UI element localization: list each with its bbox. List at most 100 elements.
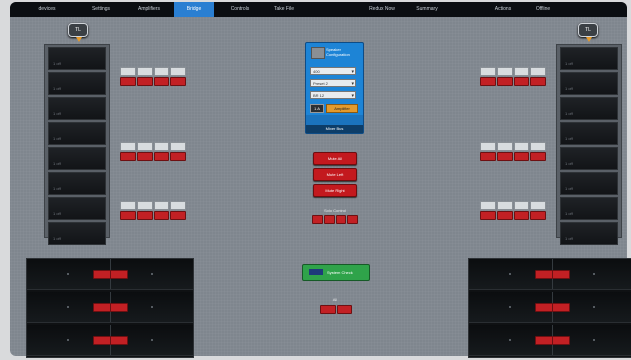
group-button[interactable]: [530, 142, 546, 151]
red-button[interactable]: [552, 303, 570, 312]
column-cell[interactable]: 1 off: [48, 222, 106, 245]
group-button[interactable]: [496, 67, 513, 76]
red-button[interactable]: [93, 303, 111, 312]
red-button[interactable]: [136, 152, 153, 161]
column-cell[interactable]: 1 off: [560, 47, 618, 70]
red-button[interactable]: [120, 211, 136, 220]
red-button[interactable]: [535, 270, 553, 279]
red-button[interactable]: [480, 77, 496, 86]
group-button[interactable]: [170, 201, 186, 210]
tab-devices[interactable]: devices: [30, 2, 64, 17]
group-button[interactable]: [136, 67, 153, 76]
red-button[interactable]: [530, 152, 546, 161]
red-button[interactable]: [120, 152, 136, 161]
select-output[interactable]: BR 12 ▾: [310, 91, 356, 99]
group-button[interactable]: [480, 67, 496, 76]
speaker-left-icon[interactable]: TL: [68, 23, 88, 37]
group-button[interactable]: [153, 67, 170, 76]
group-button[interactable]: [170, 67, 186, 76]
column-cell[interactable]: 1 off: [560, 147, 618, 170]
column-cell[interactable]: 1 off: [48, 197, 106, 220]
red-button[interactable]: [530, 211, 546, 220]
column-cell[interactable]: 1 off: [48, 97, 106, 120]
column-cell[interactable]: 1 off: [560, 122, 618, 145]
group-button[interactable]: [513, 67, 530, 76]
channel-button[interactable]: 1 A: [310, 104, 324, 113]
group-button[interactable]: [136, 201, 153, 210]
red-button[interactable]: [480, 152, 496, 161]
column-cell[interactable]: 1 off: [560, 197, 618, 220]
group-button[interactable]: [120, 142, 136, 151]
select-model[interactable]: 400 ▾: [310, 67, 356, 75]
select-preset[interactable]: Preset 2 ▾: [310, 79, 356, 87]
tab-redux-now[interactable]: Redux Now: [362, 2, 402, 17]
red-button[interactable]: [120, 77, 136, 86]
mute-right-button[interactable]: Mute Right: [313, 184, 357, 197]
column-cell[interactable]: 1 off: [560, 97, 618, 120]
system-check-button[interactable]: System Check: [302, 264, 370, 281]
column-cell[interactable]: 1 off: [48, 172, 106, 195]
red-button[interactable]: [496, 152, 513, 161]
group-button[interactable]: [530, 201, 546, 210]
red-button[interactable]: [552, 270, 570, 279]
red-button[interactable]: [513, 211, 530, 220]
panel-footer[interactable]: Mixer Bus: [306, 125, 363, 133]
red-button[interactable]: [110, 270, 128, 279]
red-button[interactable]: [93, 336, 111, 345]
group-button[interactable]: [120, 67, 136, 76]
tab-bridge[interactable]: Bridge: [174, 2, 214, 17]
column-cell[interactable]: 1 off: [48, 72, 106, 95]
mute-all-button[interactable]: Mute All: [313, 152, 357, 165]
group-button[interactable]: [136, 142, 153, 151]
column-cell[interactable]: 1 off: [560, 72, 618, 95]
red-button[interactable]: [323, 215, 335, 224]
red-button[interactable]: [552, 336, 570, 345]
group-button[interactable]: [480, 201, 496, 210]
amplifier-button[interactable]: Amplifier: [326, 104, 358, 113]
group-button[interactable]: [480, 142, 496, 151]
red-button[interactable]: [530, 77, 546, 86]
red-button[interactable]: [93, 270, 111, 279]
speaker-right-icon[interactable]: TL: [578, 23, 598, 37]
red-button[interactable]: [170, 211, 186, 220]
red-button[interactable]: [136, 211, 153, 220]
red-button[interactable]: [153, 211, 170, 220]
group-button[interactable]: [513, 201, 530, 210]
group-button[interactable]: [530, 67, 546, 76]
mute-left-button[interactable]: Mute Left: [313, 168, 357, 181]
group-button[interactable]: [153, 142, 170, 151]
column-cell[interactable]: 1 off: [560, 172, 618, 195]
column-cell[interactable]: 1 off: [560, 222, 618, 245]
tab-amplifiers[interactable]: Amplifiers: [130, 2, 168, 17]
red-button[interactable]: [535, 303, 553, 312]
tab-summary[interactable]: Summary: [408, 2, 446, 17]
tab-take-file[interactable]: Take File: [266, 2, 302, 17]
column-cell[interactable]: 1 off: [48, 122, 106, 145]
red-button[interactable]: [153, 152, 170, 161]
column-cell[interactable]: 1 off: [48, 47, 106, 70]
red-button[interactable]: [110, 336, 128, 345]
group-button[interactable]: [513, 142, 530, 151]
group-button[interactable]: [120, 201, 136, 210]
tab-actions[interactable]: Actions: [486, 2, 520, 17]
column-cell[interactable]: 1 off: [48, 147, 106, 170]
red-button[interactable]: [535, 336, 553, 345]
red-button[interactable]: [110, 303, 128, 312]
tab-settings[interactable]: Settings: [84, 2, 118, 17]
red-button[interactable]: [480, 211, 496, 220]
red-button[interactable]: [496, 211, 513, 220]
tab-offline[interactable]: Offline: [526, 2, 560, 17]
red-button[interactable]: [513, 152, 530, 161]
red-button[interactable]: [170, 77, 186, 86]
red-button[interactable]: [335, 215, 347, 224]
red-button[interactable]: [320, 305, 336, 314]
group-button[interactable]: [496, 142, 513, 151]
red-button[interactable]: [153, 77, 170, 86]
red-button[interactable]: [336, 305, 352, 314]
group-button[interactable]: [170, 142, 186, 151]
group-button[interactable]: [496, 201, 513, 210]
tab-controls[interactable]: Controls: [222, 2, 258, 17]
red-button[interactable]: [170, 152, 186, 161]
group-button[interactable]: [153, 201, 170, 210]
red-button[interactable]: [312, 215, 323, 224]
